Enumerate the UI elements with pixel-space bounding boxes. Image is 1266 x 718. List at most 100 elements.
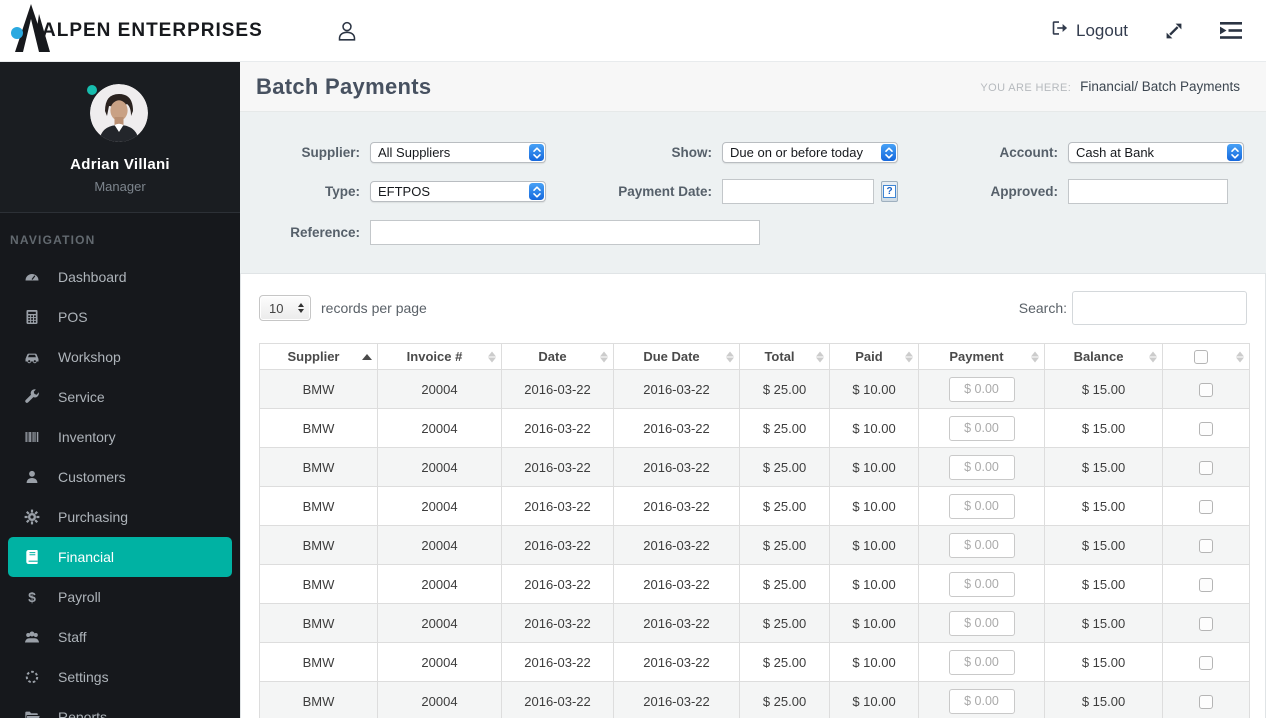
account-label: Account: <box>999 145 1059 160</box>
column-header-invoice[interactable]: Invoice # <box>377 343 502 370</box>
cell-total: $ 25.00 <box>739 447 830 487</box>
cell-balance: $ 15.00 <box>1044 681 1163 718</box>
row-checkbox[interactable] <box>1199 421 1213 436</box>
sidebar-item-pos[interactable]: POS <box>0 297 240 337</box>
user-profile-icon[interactable] <box>336 19 358 43</box>
nav-item-label: Purchasing <box>58 509 129 525</box>
column-header-supplier[interactable]: Supplier <box>259 343 378 370</box>
supplier-label: Supplier: <box>301 145 360 160</box>
cell-balance: $ 15.00 <box>1044 642 1163 682</box>
row-checkbox[interactable] <box>1199 655 1213 670</box>
cell-total: $ 25.00 <box>739 603 830 643</box>
sidebar-item-reports[interactable]: Reports <box>0 697 240 718</box>
calculator-icon <box>26 310 38 324</box>
sidebar-item-financial[interactable]: Financial <box>8 537 232 577</box>
wrench-icon <box>25 389 39 403</box>
sidebar-item-settings[interactable]: Settings <box>0 657 240 697</box>
filter-panel: Supplier: All Suppliers Show: Due on or … <box>240 112 1266 273</box>
account-select[interactable]: Cash at Bank <box>1068 142 1244 163</box>
sidebar-item-payroll[interactable]: $ Payroll <box>0 577 240 617</box>
car-icon <box>25 353 39 364</box>
cell-invoice: 20004 <box>377 408 502 448</box>
gear-icon <box>24 509 40 525</box>
cell-supplier: BMW <box>259 408 378 448</box>
records-per-page-label: records per page <box>321 300 427 316</box>
column-header-paid[interactable]: Paid <box>829 343 919 370</box>
row-checkbox[interactable] <box>1199 499 1213 514</box>
sidebar-item-workshop[interactable]: Workshop <box>0 337 240 377</box>
payment-amount-input[interactable] <box>948 454 1015 480</box>
brand-logo[interactable]: ALPEN ENTERPRISES <box>0 4 262 57</box>
cell-date: 2016-03-22 <box>501 447 614 487</box>
row-checkbox[interactable] <box>1199 616 1213 631</box>
sidebar-item-purchasing[interactable]: Purchasing <box>0 497 240 537</box>
table-row: BMW 20004 2016-03-22 2016-03-22 $ 25.00 … <box>259 486 1250 526</box>
sidebar-toggle-hamburger-icon[interactable] <box>270 21 294 40</box>
nav-item-label: Settings <box>58 669 109 685</box>
column-header-select-all[interactable] <box>1162 343 1250 370</box>
svg-text:$: $ <box>28 589 36 605</box>
top-navbar: ALPEN ENTERPRISES Logout <box>0 0 1266 62</box>
table-header-row: Supplier Invoice # Date Due Date Total P… <box>259 343 1250 370</box>
show-select[interactable]: Due on or before today <box>722 142 898 163</box>
sort-icon <box>1236 351 1244 362</box>
supplier-select-value: All Suppliers <box>378 145 451 160</box>
logout-button[interactable]: Logout <box>1050 19 1128 42</box>
cell-paid: $ 10.00 <box>829 447 919 487</box>
cell-date: 2016-03-22 <box>501 603 614 643</box>
cell-due-date: 2016-03-22 <box>613 369 740 409</box>
search-label: Search: <box>1018 300 1067 316</box>
column-header-due-date[interactable]: Due Date <box>613 343 740 370</box>
fullscreen-expand-icon[interactable] <box>1164 21 1184 41</box>
payment-amount-input[interactable] <box>948 376 1015 402</box>
payment-date-label: Payment Date: <box>618 184 712 199</box>
row-checkbox[interactable] <box>1199 538 1213 553</box>
supplier-select[interactable]: All Suppliers <box>370 142 546 163</box>
payment-amount-input[interactable] <box>948 649 1015 675</box>
payment-amount-input[interactable] <box>948 571 1015 597</box>
sidebar-item-dashboard[interactable]: Dashboard <box>0 257 240 297</box>
type-select[interactable]: EFTPOS <box>370 181 546 202</box>
payment-amount-input[interactable] <box>948 415 1015 441</box>
sidebar-item-inventory[interactable]: Inventory <box>0 417 240 457</box>
sidebar-item-staff[interactable]: Staff <box>0 617 240 657</box>
payment-amount-input[interactable] <box>948 688 1015 714</box>
payment-amount-input[interactable] <box>948 610 1015 636</box>
breadcrumb-path[interactable]: Financial/ Batch Payments <box>1080 79 1240 94</box>
column-header-date[interactable]: Date <box>501 343 614 370</box>
cell-supplier: BMW <box>259 603 378 643</box>
column-header-total[interactable]: Total <box>739 343 830 370</box>
table-row: BMW 20004 2016-03-22 2016-03-22 $ 25.00 … <box>259 681 1250 718</box>
calendar-help-button[interactable]: ? <box>881 181 898 202</box>
account-select-value: Cash at Bank <box>1076 145 1155 160</box>
breadcrumb: YOU ARE HERE: Financial/ Batch Payments <box>980 79 1240 94</box>
row-checkbox[interactable] <box>1199 577 1213 592</box>
quick-sidebar-toggle-icon[interactable] <box>1220 22 1242 39</box>
row-checkbox[interactable] <box>1199 694 1213 709</box>
cell-select <box>1162 525 1250 565</box>
reference-input[interactable] <box>370 220 760 245</box>
sidebar-item-service[interactable]: Service <box>0 377 240 417</box>
payment-date-input[interactable] <box>722 179 874 204</box>
row-checkbox[interactable] <box>1199 382 1213 397</box>
profile-name: Adrian Villani <box>70 156 170 173</box>
select-stepper-icon <box>529 183 544 200</box>
payment-amount-input[interactable] <box>948 532 1015 558</box>
payment-amount-input[interactable] <box>948 493 1015 519</box>
sidebar-item-customers[interactable]: Customers <box>0 457 240 497</box>
select-all-checkbox[interactable] <box>1194 350 1208 365</box>
approved-input[interactable] <box>1068 179 1228 204</box>
column-header-payment[interactable]: Payment <box>918 343 1045 370</box>
cell-select <box>1162 486 1250 526</box>
nav-section-label: NAVIGATION <box>10 233 96 247</box>
sidebar: Adrian Villani Manager NAVIGATION Dashbo… <box>0 62 240 718</box>
cell-supplier: BMW <box>259 447 378 487</box>
table-body: BMW 20004 2016-03-22 2016-03-22 $ 25.00 … <box>259 369 1250 718</box>
search-input[interactable] <box>1072 291 1247 325</box>
nav-item-label: Service <box>58 389 105 405</box>
select-stepper-icon <box>529 144 544 161</box>
column-header-balance[interactable]: Balance <box>1044 343 1163 370</box>
cell-payment <box>918 603 1045 643</box>
row-checkbox[interactable] <box>1199 460 1213 475</box>
records-per-page-select[interactable]: 10 <box>259 295 311 321</box>
